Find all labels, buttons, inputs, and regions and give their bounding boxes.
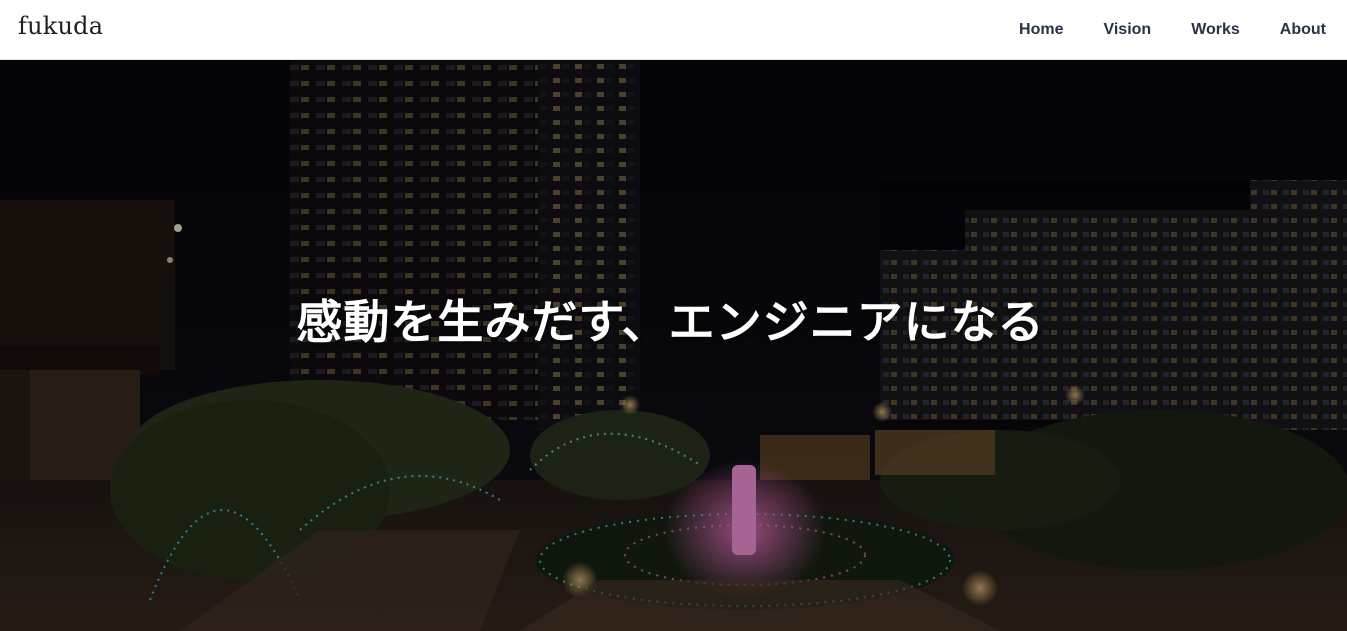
nav-vision-link[interactable]: Vision (1103, 21, 1151, 39)
site-logo[interactable]: fukuda (18, 12, 103, 40)
site-header: fukuda Home Vision Works About (0, 0, 1347, 60)
nav-works-link[interactable]: Works (1191, 21, 1240, 39)
nav-home-link[interactable]: Home (1019, 21, 1063, 39)
hero-section: 感動を生みだす、エンジニアになる (0, 60, 1347, 631)
main-nav: Home Vision Works About (1019, 0, 1347, 60)
hero-tagline: 感動を生みだす、エンジニアになる (296, 295, 1045, 349)
nav-about-link[interactable]: About (1280, 21, 1326, 39)
